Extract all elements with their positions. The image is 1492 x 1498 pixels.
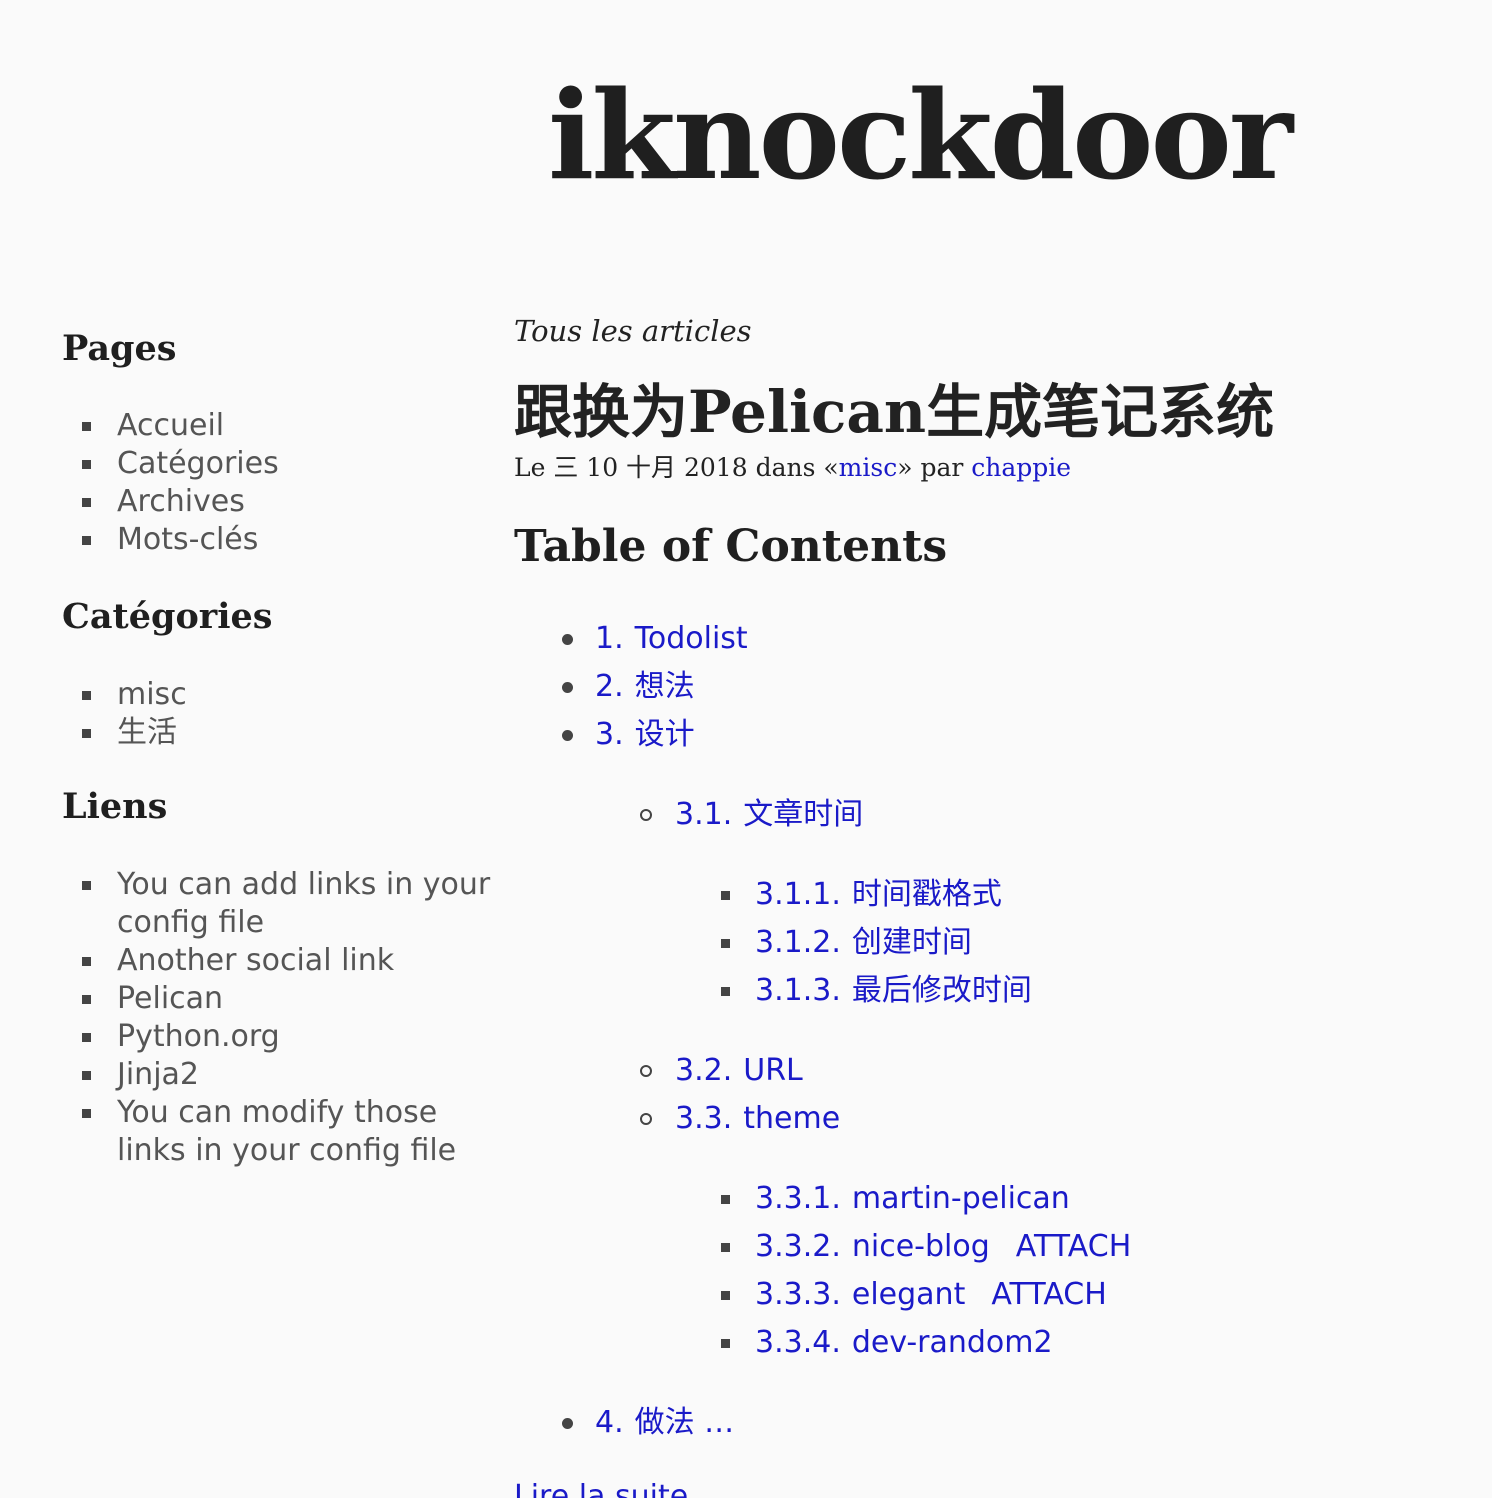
list-item: Archives	[62, 483, 492, 521]
square-bullet-icon	[721, 1339, 730, 1348]
list-item: 生活	[62, 714, 492, 752]
category-link-misc[interactable]: misc	[117, 677, 187, 712]
toc-item-2[interactable]: 2. 想法	[562, 668, 695, 706]
list-item: Accueil	[62, 407, 492, 445]
site-title[interactable]: iknockdoor	[548, 60, 1293, 210]
list-item: Pelican	[62, 980, 492, 1018]
sidebar-item-archives[interactable]: Archives	[117, 484, 245, 519]
list-item: You can add links in your config file	[62, 866, 492, 942]
toc-item-3-3-2[interactable]: 3.3.2. nice-blog ATTACH	[721, 1228, 1132, 1266]
sidebar-heading-pages: Pages	[62, 328, 177, 369]
toc-item-3-3-1[interactable]: 3.3.1. martin-pelican	[721, 1180, 1070, 1218]
toc-item-1[interactable]: 1. Todolist	[562, 620, 748, 658]
category-link-life[interactable]: 生活	[117, 715, 177, 750]
meta-date: Le 三 10 十月 2018 dans «	[514, 453, 839, 482]
square-bullet-icon	[721, 1243, 730, 1252]
link-modify-links[interactable]: You can modify those links in your confi…	[117, 1095, 456, 1168]
link-pelican[interactable]: Pelican	[117, 981, 223, 1016]
bullet-icon	[562, 730, 573, 741]
meta-author-link[interactable]: chappie	[971, 453, 1071, 482]
toc-item-3-3[interactable]: 3.3. theme	[640, 1100, 840, 1138]
toc-item-3-1-3[interactable]: 3.1.3. 最后修改时间	[721, 972, 1032, 1010]
bullet-icon	[562, 634, 573, 645]
link-jinja2[interactable]: Jinja2	[117, 1057, 199, 1092]
list-item: misc	[62, 676, 492, 714]
sidebar-item-accueil[interactable]: Accueil	[117, 408, 224, 443]
circle-bullet-icon	[640, 1065, 652, 1077]
list-item: Python.org	[62, 1018, 492, 1056]
sidebar-item-mots-cles[interactable]: Mots-clés	[117, 522, 258, 557]
categories-list: misc 生活	[62, 676, 492, 752]
square-bullet-icon	[721, 987, 730, 996]
article-meta: Le 三 10 十月 2018 dans «misc» par chappie	[514, 451, 1071, 485]
link-config-file[interactable]: You can add links in your config file	[117, 867, 490, 940]
meta-by: » par	[897, 453, 972, 482]
toc-item-3-1[interactable]: 3.1. 文章时间	[640, 796, 863, 834]
toc-item-3[interactable]: 3. 设计	[562, 716, 695, 754]
read-more-link[interactable]: Lire la suite	[514, 1478, 688, 1498]
toc-item-4[interactable]: 4. 做法 …	[562, 1404, 734, 1442]
circle-bullet-icon	[640, 809, 652, 821]
square-bullet-icon	[721, 1195, 730, 1204]
list-item: Catégories	[62, 445, 492, 483]
attach-tag: ATTACH	[1015, 1229, 1132, 1264]
toc-item-3-1-1[interactable]: 3.1.1. 时间戳格式	[721, 876, 1002, 914]
link-another-social[interactable]: Another social link	[117, 943, 394, 978]
sidebar-heading-links: Liens	[62, 786, 168, 827]
pages-list: Accueil Catégories Archives Mots-clés	[62, 407, 492, 559]
list-item: Another social link	[62, 942, 492, 980]
article-title[interactable]: 跟换为Pelican生成笔记系统	[514, 372, 1274, 452]
toc-item-3-3-4[interactable]: 3.3.4. dev-random2	[721, 1324, 1053, 1362]
square-bullet-icon	[721, 1291, 730, 1300]
square-bullet-icon	[721, 891, 730, 900]
link-python-org[interactable]: Python.org	[117, 1019, 280, 1054]
toc-heading: Table of Contents	[514, 521, 948, 572]
toc-item-3-2[interactable]: 3.2. URL	[640, 1052, 803, 1090]
toc-item-3-3-3[interactable]: 3.3.3. elegant ATTACH	[721, 1276, 1107, 1314]
links-list: You can add links in your config file An…	[62, 866, 492, 1170]
meta-category-link[interactable]: misc	[839, 453, 898, 482]
toc-item-3-1-2[interactable]: 3.1.2. 创建时间	[721, 924, 972, 962]
square-bullet-icon	[721, 939, 730, 948]
all-articles-heading: Tous les articles	[514, 314, 752, 348]
sidebar-heading-categories: Catégories	[62, 596, 273, 637]
bullet-icon	[562, 682, 573, 693]
sidebar-item-categories[interactable]: Catégories	[117, 446, 279, 481]
list-item: You can modify those links in your confi…	[62, 1094, 492, 1170]
list-item: Jinja2	[62, 1056, 492, 1094]
bullet-icon	[562, 1418, 573, 1429]
attach-tag: ATTACH	[991, 1277, 1107, 1312]
list-item: Mots-clés	[62, 521, 492, 559]
circle-bullet-icon	[640, 1113, 652, 1125]
